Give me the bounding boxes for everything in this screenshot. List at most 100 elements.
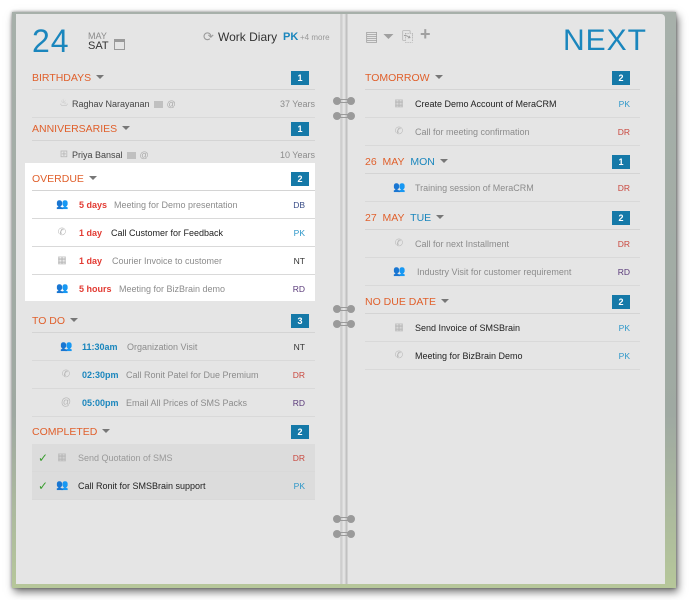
date-month: MAY	[382, 156, 405, 168]
task-text: Call Customer for Feedback	[111, 228, 224, 238]
assignee: DB	[293, 200, 305, 210]
binding-ring	[333, 515, 355, 523]
section-title: TO DO	[32, 315, 66, 327]
task-row[interactable]: ▦ Create Demo Account of MeraCRM PK	[365, 90, 640, 118]
caret-down-icon[interactable]	[434, 75, 443, 79]
task-row[interactable]: ✓ 👥 Call Ronit for SMSBrain support PK	[32, 472, 315, 500]
section-title: ANNIVERSARIES	[32, 123, 118, 135]
task-icon: ▦	[57, 452, 67, 463]
caret-down-icon[interactable]	[122, 126, 131, 130]
task-row[interactable]: ✆ 02:30pm Call Ronit Patel for Due Premi…	[32, 361, 315, 389]
task-row[interactable]: ✆ Call for next Installment DR	[365, 230, 640, 258]
caret-down-icon[interactable]	[102, 429, 111, 433]
task-row[interactable]: @ 05:00pm Email All Prices of SMS Packs …	[32, 389, 315, 417]
count-badge: 1	[291, 71, 309, 85]
filter-icon[interactable]: ⏷	[383, 28, 394, 45]
section-title: TOMORROW	[365, 72, 430, 84]
may27-header[interactable]: 27 MAY TUE 2	[365, 206, 640, 230]
task-row[interactable]: ✆ Call for meeting confirmation DR	[365, 118, 640, 146]
task-time: 02:30pm	[82, 370, 119, 380]
caret-down-icon[interactable]	[436, 215, 445, 219]
task-row[interactable]: ▦ Send Invoice of SMSBrain PK	[365, 314, 640, 342]
date-weekday: TUE	[410, 212, 432, 224]
calendar-icon[interactable]	[114, 39, 125, 50]
meeting-icon: 👥	[393, 182, 406, 193]
task-text: Call for meeting confirmation	[415, 127, 530, 137]
date-day-number: 24	[32, 23, 70, 59]
caret-down-icon[interactable]	[70, 318, 79, 322]
completed-header[interactable]: COMPLETED 2	[32, 420, 315, 444]
overdue-header[interactable]: OVERDUE 2	[32, 167, 315, 191]
date-weekday: MON	[410, 156, 435, 168]
export-icon[interactable]: ⎘	[402, 28, 413, 45]
years-value: 10 Years	[279, 150, 315, 160]
caret-down-icon[interactable]	[439, 159, 448, 163]
diary-user[interactable]: PK	[283, 31, 298, 43]
check-icon[interactable]: ✓	[38, 479, 48, 493]
anniversaries-section: ANNIVERSARIES 1 ⊞ Priya Bansal @ 10 Years	[32, 117, 315, 169]
assignee: PK	[618, 99, 630, 109]
mail-icon[interactable]	[153, 101, 163, 108]
task-icon: ▦	[394, 98, 404, 109]
count-badge: 2	[612, 71, 630, 85]
task-text: Meeting for BizBrain demo	[119, 284, 226, 294]
caret-down-icon[interactable]	[88, 176, 97, 180]
task-text: Send Invoice of SMSBrain	[415, 323, 521, 333]
caret-down-icon[interactable]	[96, 75, 105, 79]
cake-icon: ♨	[59, 98, 69, 109]
task-text: Email All Prices of SMS Packs	[126, 398, 248, 408]
date-day: 26	[365, 156, 377, 168]
may26-section: 26 MAY MON 1 👥 Training session of MeraC…	[365, 150, 640, 202]
binding-ring	[333, 320, 355, 328]
task-text: Call Ronit Patel for Due Premium	[126, 370, 259, 380]
task-row[interactable]: 👥 5 hours Meeting for BizBrain demo RD	[32, 275, 315, 303]
task-row[interactable]: 👥 Industry Visit for customer requiremen…	[365, 258, 640, 286]
assignee: DR	[617, 127, 630, 137]
task-icon: ▦	[57, 255, 67, 266]
task-row[interactable]: 👥 11:30am Organization Visit NT	[32, 333, 315, 361]
mail-icon[interactable]	[126, 152, 136, 159]
at-icon[interactable]: @	[140, 150, 149, 160]
print-icon[interactable]: ▤	[365, 28, 378, 45]
task-text: Send Quotation of SMS	[78, 453, 173, 463]
list-item[interactable]: ♨ Raghav Narayanan @ 37 Years	[32, 90, 315, 118]
task-row[interactable]: ✆ 1 day Call Customer for Feedback PK	[32, 219, 315, 247]
overdue-time: 1 day	[79, 228, 103, 238]
anniversaries-header[interactable]: ANNIVERSARIES 1	[32, 117, 315, 141]
add-icon[interactable]: +	[420, 24, 431, 45]
meeting-icon: 👥	[393, 266, 406, 277]
tomorrow-section: TOMORROW 2 ▦ Create Demo Account of Mera…	[365, 66, 640, 146]
task-row[interactable]: ✆ Meeting for BizBrain Demo PK	[365, 342, 640, 370]
diary-title[interactable]: Work Diary	[218, 30, 277, 44]
task-row[interactable]: ▦ 1 day Courier Invoice to customer NT	[32, 247, 315, 275]
task-text: Training session of MeraCRM	[415, 183, 534, 193]
assignee: DR	[617, 239, 630, 249]
task-row[interactable]: 👥 Training session of MeraCRM DR	[365, 174, 640, 202]
check-icon[interactable]: ✓	[38, 451, 48, 465]
phone-icon: ✆	[394, 126, 404, 137]
at-icon[interactable]: @	[167, 99, 176, 109]
caret-down-icon[interactable]	[440, 299, 449, 303]
task-row[interactable]: ✓ ▦ Send Quotation of SMS DR	[32, 444, 315, 472]
assignee: NT	[293, 342, 305, 352]
tomorrow-header[interactable]: TOMORROW 2	[365, 66, 640, 90]
count-badge: 1	[291, 122, 309, 136]
no-due-date-header[interactable]: NO DUE DATE 2	[365, 290, 640, 314]
may26-header[interactable]: 26 MAY MON 1	[365, 150, 640, 174]
assignee: PK	[618, 351, 630, 361]
phone-icon: ✆	[61, 369, 71, 380]
section-title: NO DUE DATE	[365, 296, 436, 308]
todo-header[interactable]: TO DO 3	[32, 309, 315, 333]
birthdays-header[interactable]: BIRTHDAYS 1	[32, 66, 315, 90]
more-users-link[interactable]: +4 more	[300, 33, 330, 42]
meeting-icon: 👥	[60, 341, 73, 352]
email-icon: @	[60, 397, 72, 408]
assignee: RD	[617, 267, 630, 277]
section-title: COMPLETED	[32, 426, 98, 438]
overdue-section: OVERDUE 2 👥 5 days Meeting for Demo pres…	[32, 167, 315, 303]
sync-icon[interactable]: ⟳	[203, 29, 214, 45]
task-text: Industry Visit for customer requirement	[417, 267, 572, 277]
task-row[interactable]: 👥 5 days Meeting for Demo presentation D…	[32, 191, 315, 219]
task-icon: ▦	[394, 322, 404, 333]
count-badge: 2	[612, 211, 630, 225]
